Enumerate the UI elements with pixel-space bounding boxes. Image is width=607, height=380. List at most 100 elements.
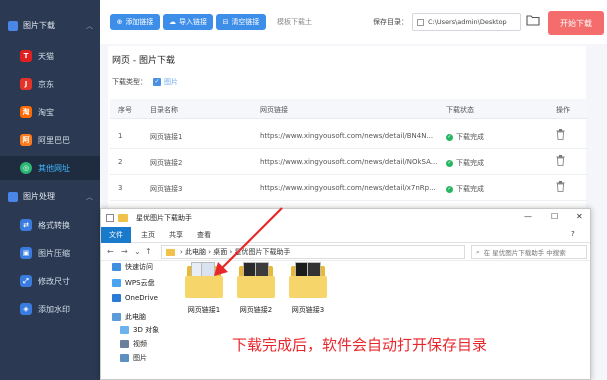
row-status-label: 下载完成: [456, 133, 484, 141]
breadcrumb-item[interactable]: 此电脑: [185, 248, 206, 256]
table-header: 序号 目录名称 网页链接 下载状态 操作: [110, 99, 588, 119]
quick-access-checkbox-icon[interactable]: [106, 214, 114, 222]
nav-item-wps-cloud[interactable]: WPS云盘: [112, 278, 155, 288]
row-url: https://www.xingyousoft.com/news/detail/…: [260, 132, 434, 140]
folder-label: 网页链接2: [239, 306, 273, 314]
nav-item-3d-objects[interactable]: 3D 对象: [120, 325, 159, 335]
explorer-ribbon: 文件 主页 共享 查看 ?: [101, 227, 590, 243]
save-dir-value: C:\Users\admin\Desktop: [428, 18, 507, 26]
search-icon: ⌕: [476, 247, 480, 256]
row-name: 网页链接2: [150, 159, 183, 167]
row-status: ✓ 下载完成: [446, 132, 484, 142]
table-row: 1 网页链接1 https://www.xingyousoft.com/news…: [110, 123, 588, 149]
nav-item-videos[interactable]: 视频: [120, 339, 147, 349]
sidebar-group-download[interactable]: 图片下载 ︿: [8, 20, 93, 31]
row-url: https://www.xingyousoft.com/news/detail/…: [260, 184, 436, 192]
open-folder-button[interactable]: [526, 14, 540, 28]
template-download-link[interactable]: 模板下载土: [277, 17, 312, 27]
nav-item-this-pc[interactable]: 此电脑: [112, 312, 146, 322]
add-link-button[interactable]: ⊕ 添加链接: [110, 14, 160, 30]
header-url: 网页链接: [260, 106, 288, 114]
folder-icon: [289, 262, 327, 300]
ribbon-tab-file[interactable]: 文件: [101, 227, 131, 243]
clear-link-button[interactable]: ⊟ 清空链接: [216, 14, 266, 30]
nav-item-pictures[interactable]: 图片: [120, 353, 147, 363]
minimize-button[interactable]: —: [524, 212, 532, 221]
download-type-option[interactable]: 图片: [164, 77, 178, 87]
cube-icon: [120, 326, 129, 334]
sidebar-item-taobao[interactable]: 淘 淘宝: [0, 100, 100, 124]
alibaba-icon: 阿: [20, 134, 32, 146]
breadcrumb-item[interactable]: 星优图片下载助手: [235, 248, 291, 256]
folder-item[interactable]: 网页链接3: [288, 262, 328, 315]
folder-item[interactable]: 网页链接2: [236, 262, 276, 315]
sidebar-item-label: 阿里巴巴: [38, 135, 70, 145]
breadcrumb-item[interactable]: 桌面: [213, 248, 227, 256]
download-icon: [8, 20, 18, 31]
close-button[interactable]: ✕: [576, 212, 583, 221]
table-row: 2 网页链接2 https://www.xingyousoft.com/news…: [110, 149, 588, 175]
sidebar-item-tmall[interactable]: T 天猫: [0, 44, 100, 68]
sidebar-group-process[interactable]: 图片处理 ︿: [8, 191, 93, 202]
trash-icon[interactable]: [556, 129, 565, 140]
folder-label: 网页链接1: [187, 306, 221, 314]
start-download-button[interactable]: 开始下载: [548, 11, 604, 35]
up-arrow-icon[interactable]: ↑: [145, 247, 152, 256]
sidebar-item-label: 淘宝: [38, 107, 54, 117]
download-type-checkbox[interactable]: ✓: [153, 78, 161, 86]
check-circle-icon: ✓: [446, 159, 453, 167]
folder-icon: [237, 262, 275, 300]
row-index: 1: [118, 132, 123, 140]
save-dir-input[interactable]: C:\Users\admin\Desktop: [412, 13, 521, 31]
trash-icon[interactable]: [556, 155, 565, 166]
maximize-button[interactable]: ☐: [551, 212, 558, 221]
ribbon-tab-share[interactable]: 共享: [169, 230, 183, 240]
folder-item[interactable]: 网页链接1: [184, 262, 224, 315]
annotation-caption: 下载完成后，软件会自动打开保存目录: [232, 336, 488, 354]
import-link-button[interactable]: ☁ 导入链接: [163, 14, 213, 30]
nav-item-onedrive[interactable]: OneDrive: [112, 294, 158, 302]
compress-icon: ▣: [20, 247, 32, 259]
search-placeholder: 在 星优图片下载助手 中搜索: [483, 249, 566, 257]
folder-icon: [185, 262, 223, 300]
sidebar-item-compress[interactable]: ▣ 图片压缩: [0, 241, 100, 265]
help-icon[interactable]: ?: [571, 230, 575, 238]
check-circle-icon: ✓: [446, 185, 453, 193]
nav-item-label: 3D 对象: [133, 326, 160, 334]
taobao-icon: 淘: [20, 106, 32, 118]
header-status: 下载状态: [446, 106, 474, 114]
cloud-icon: ☁: [169, 18, 176, 26]
sidebar-group-label: 图片下载: [23, 21, 55, 30]
jd-icon: J: [20, 78, 32, 90]
trash-icon[interactable]: [556, 181, 565, 192]
sidebar-item-jd[interactable]: J 京东: [0, 72, 100, 96]
back-arrow-icon[interactable]: ←: [107, 247, 114, 256]
sidebar-group-label: 图片处理: [23, 192, 55, 201]
explorer-search-input[interactable]: ⌕ 在 星优图片下载助手 中搜索: [471, 245, 587, 259]
header-name: 目录名称: [150, 106, 178, 114]
sidebar-item-label: 天猫: [38, 51, 54, 61]
ribbon-tab-view[interactable]: 查看: [197, 230, 211, 240]
forward-arrow-icon[interactable]: →: [121, 247, 128, 256]
folder-label: 网页链接3: [291, 306, 325, 314]
address-bar[interactable]: › 此电脑 › 桌面 › 星优图片下载助手: [161, 245, 465, 259]
nav-item-label: 此电脑: [125, 313, 146, 321]
onedrive-icon: [112, 294, 121, 302]
download-type: 下载类型： ✓ 图片: [112, 77, 178, 87]
ribbon-tab-home[interactable]: 主页: [141, 230, 155, 240]
save-dir-label: 保存目录：: [373, 18, 408, 26]
sidebar: 图片下载 ︿ T 天猫 J 京东 淘 淘宝 阿 阿里巴巴 ◎ 其他网址 图片处理…: [0, 0, 100, 380]
recent-chevron-icon[interactable]: ⌄: [134, 247, 141, 256]
cloud-icon: [112, 279, 121, 287]
sidebar-item-resize[interactable]: ⤢ 修改尺寸: [0, 269, 100, 293]
import-link-label: 导入链接: [179, 18, 207, 26]
sidebar-item-other-sites[interactable]: ◎ 其他网址: [0, 156, 100, 180]
picture-icon: [120, 354, 129, 362]
sidebar-item-watermark[interactable]: ◈ 添加水印: [0, 297, 100, 321]
sidebar-item-format-convert[interactable]: ⇄ 格式转换: [0, 213, 100, 237]
header-index: 序号: [118, 106, 132, 114]
nav-item-quick-access[interactable]: 快速访问: [112, 262, 153, 272]
nav-item-label: 图片: [133, 354, 147, 362]
sidebar-item-alibaba[interactable]: 阿 阿里巴巴: [0, 128, 100, 152]
computer-icon: [112, 313, 121, 321]
